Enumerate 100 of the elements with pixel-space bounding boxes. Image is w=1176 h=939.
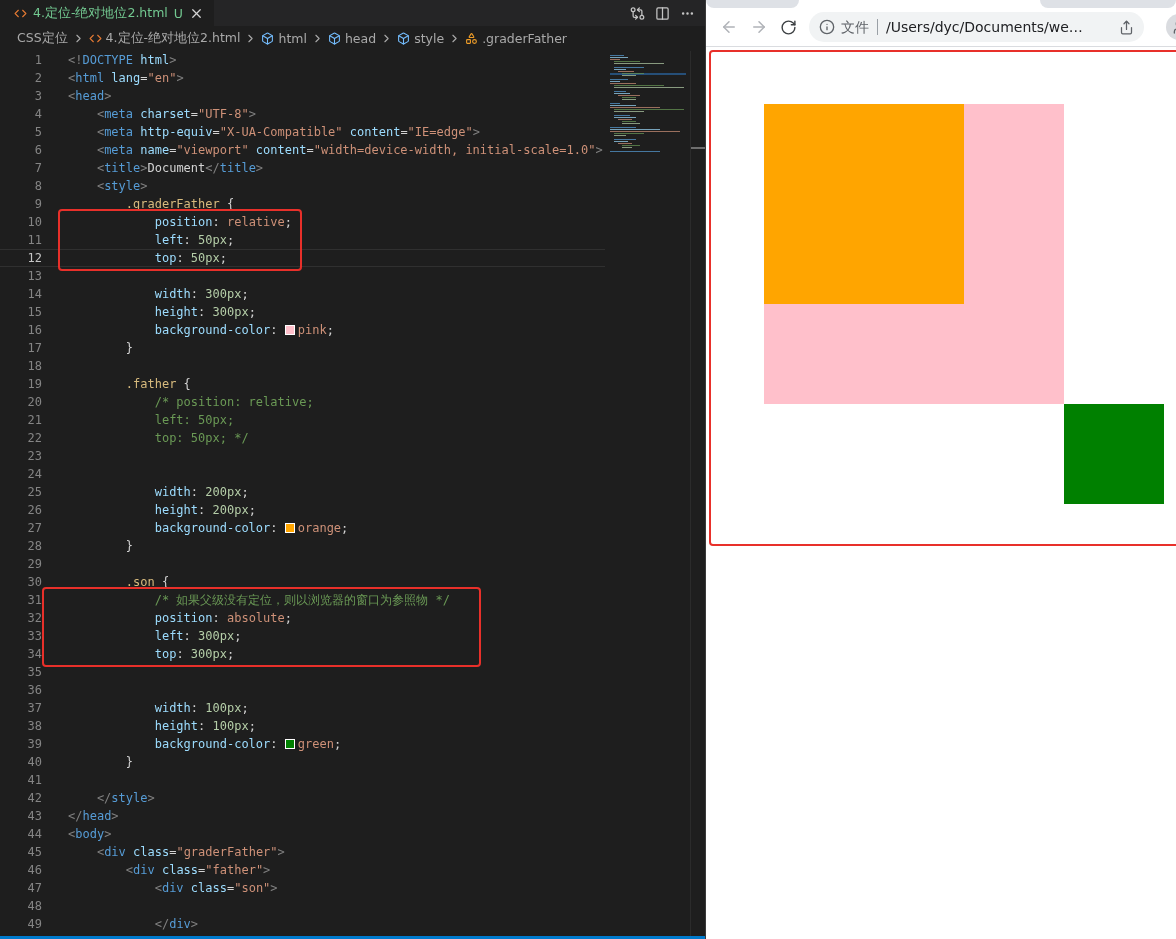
code-line: width: 300px; (153, 287, 249, 301)
tab-title: 4.定位-绝对地位2.html (33, 4, 168, 22)
color-swatch[interactable] (284, 739, 295, 749)
code-line: background-color: pink; (153, 323, 334, 337)
line-number: 44 (26, 827, 42, 841)
code-line: height: 300px; (153, 305, 256, 319)
breadcrumb-item[interactable]: html (278, 31, 307, 46)
line-number: 4 (33, 107, 42, 121)
line-number: 16 (26, 323, 42, 337)
code-line: </style> (95, 791, 155, 805)
code-line: <div class="son"> (153, 881, 278, 895)
line-number: 12 (26, 251, 42, 265)
code-line: width: 200px; (153, 485, 249, 499)
line-number: 3 (33, 89, 42, 103)
share-icon[interactable] (1119, 19, 1134, 35)
code-line: background-color: green; (153, 737, 342, 751)
line-number: 48 (26, 899, 42, 913)
code-line: <div class="father"> (124, 863, 271, 877)
line-number: 33 (26, 629, 42, 643)
line-number: 17 (26, 341, 42, 355)
code-line: <body> (68, 827, 112, 841)
line-number: 7 (33, 161, 42, 175)
code-line: /* 如果父级没有定位，则以浏览器的窗口为参照物 */ (153, 591, 451, 609)
code-line: } (124, 539, 134, 553)
line-number: 28 (26, 539, 42, 553)
line-number: 27 (26, 521, 42, 535)
line-number: 20 (26, 395, 42, 409)
line-number: 1 (33, 53, 42, 67)
line-number: 26 (26, 503, 42, 517)
code-line: top: 50px; */ (153, 431, 249, 445)
line-number: 31 (26, 593, 42, 607)
git-status: U (173, 5, 183, 21)
line-number: 6 (33, 143, 42, 157)
code-line: position: relative; (153, 215, 292, 229)
line-number: 35 (26, 665, 42, 679)
line-number: 36 (26, 683, 42, 697)
line-number: 42 (26, 791, 42, 805)
code-line: } (124, 341, 134, 355)
scheme-label: 文件 (841, 19, 878, 35)
line-number: 41 (26, 773, 42, 787)
address-bar[interactable]: 文件 /Users/dyc/Documents/we… (809, 12, 1144, 42)
scrollbar-thumb[interactable] (691, 147, 706, 149)
line-number: 37 (26, 701, 42, 715)
line-number: 25 (26, 485, 42, 499)
reload-button[interactable] (780, 18, 797, 36)
color-swatch[interactable] (284, 325, 295, 335)
line-number: 45 (26, 845, 42, 859)
cube-icon (397, 32, 411, 45)
line-number: 39 (26, 737, 42, 751)
line-number: 47 (26, 881, 42, 895)
code-line: top: 50px; (153, 251, 227, 265)
code-line: <html lang="en"> (68, 71, 184, 85)
code-line: <head> (68, 89, 112, 103)
line-number: 34 (26, 647, 42, 661)
symbol-icon (465, 32, 479, 45)
code-line: /* position: relative; (153, 395, 314, 409)
breadcrumb-item[interactable]: style (414, 31, 445, 46)
code-line: <meta charset="UTF-8"> (95, 107, 256, 121)
url-text: /Users/dyc/Documents/we… (886, 19, 1083, 35)
code-line: </div> (153, 917, 199, 931)
breadcrumb-item[interactable]: CSS定位 (17, 30, 68, 47)
info-icon[interactable] (819, 19, 835, 35)
cube-icon (261, 32, 275, 45)
editor-tab[interactable]: 4.定位-绝对地位2.html U (0, 0, 214, 26)
breadcrumb-item[interactable]: 4.定位-绝对地位2.html (105, 30, 241, 47)
breadcrumb-item[interactable]: head (344, 31, 377, 46)
line-number: 24 (26, 467, 42, 481)
line-number: 10 (26, 215, 42, 229)
line-number: 49 (26, 917, 42, 931)
line-number: 22 (26, 431, 42, 445)
code-line: background-color: orange; (153, 521, 349, 535)
line-number: 13 (26, 269, 42, 283)
line-number: 29 (26, 557, 42, 571)
code-line: <style> (95, 179, 148, 193)
line-number: 5 (33, 125, 42, 139)
line-number: 19 (26, 377, 42, 391)
code-line: <!DOCTYPE html> (68, 53, 177, 67)
code-line: .father { (124, 377, 191, 391)
compare-icon[interactable] (630, 5, 645, 21)
line-number: 40 (26, 755, 42, 769)
line-number: 9 (33, 197, 42, 211)
code-line: } (124, 755, 134, 769)
color-swatch[interactable] (284, 523, 295, 533)
code-line: height: 100px; (153, 719, 256, 733)
file-code-icon (88, 32, 102, 45)
line-number: 32 (26, 611, 42, 625)
line-number: 30 (26, 575, 42, 589)
code-line: <meta name="viewport" content="width=device-width, initial-scale=1.0"> (95, 143, 603, 157)
code-line: left: 300px; (153, 629, 242, 643)
breadcrumb-item[interactable]: .graderFather (482, 31, 567, 46)
line-number: 11 (26, 233, 42, 247)
line-number: 14 (26, 287, 42, 301)
code-line: position: absolute; (153, 611, 292, 625)
line-number: 18 (26, 359, 42, 373)
code-line: height: 200px; (153, 503, 256, 517)
line-number: 38 (26, 719, 42, 733)
split-editor-icon[interactable] (655, 5, 670, 21)
line-number: 23 (26, 449, 42, 463)
cube-icon (327, 32, 341, 45)
line-number: 15 (26, 305, 42, 319)
